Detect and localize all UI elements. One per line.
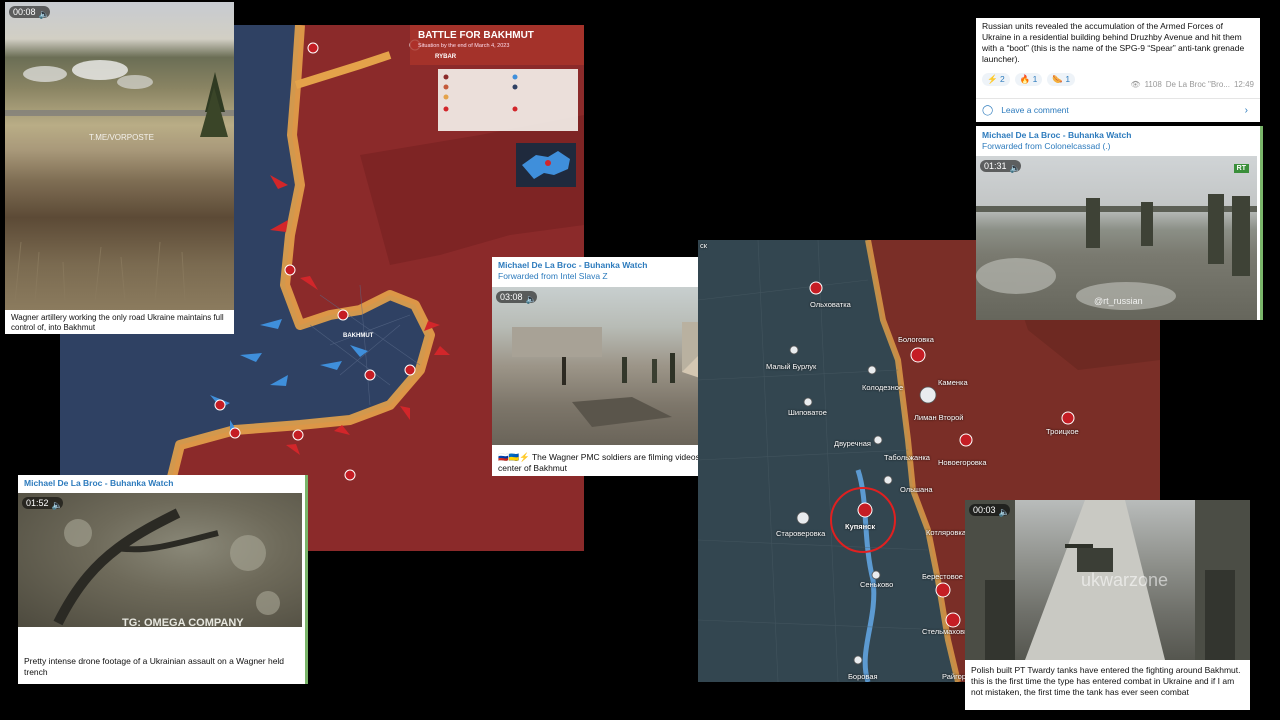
- tank-video[interactable]: 00:03 🔈 ukwarzone: [965, 500, 1250, 660]
- rt-post: Michael De La Broc - Buhanka Watch Forwa…: [976, 126, 1263, 320]
- town-label: Каменка: [938, 378, 968, 387]
- drone-post: Michael De La Broc - Buhanka Watch 01:52…: [18, 475, 308, 684]
- rt-forwarded[interactable]: Forwarded from Colonelcassad (.): [976, 141, 1260, 152]
- rt-logo: RT: [1233, 164, 1249, 173]
- drone-video[interactable]: 01:52 🔈 TG: OMEGA COMPANY: [18, 493, 302, 627]
- reactions-row: ⚡ 2 🔥 1 🌭 1: [982, 73, 1076, 86]
- speaker-icon[interactable]: 🔈: [52, 500, 63, 510]
- town-label: Купянск: [845, 522, 876, 531]
- map-brand: RYBAR: [435, 54, 457, 60]
- reaction-chip[interactable]: 🌭 1: [1047, 73, 1076, 86]
- speaker-icon[interactable]: 🔈: [39, 9, 50, 19]
- town-label: Малый Бурлук: [766, 362, 817, 371]
- town-label: Табольжанка: [884, 453, 930, 462]
- map-title: BATTLE FOR BAKHMUT: [418, 30, 534, 41]
- tank-watermark: ukwarzone: [1081, 570, 1169, 590]
- leave-comment-link[interactable]: Leave a comment: [1001, 105, 1069, 115]
- spg-post: Russian units revealed the accumulation …: [976, 18, 1260, 122]
- drone-caption: Pretty intense drone footage of a Ukrain…: [24, 656, 285, 677]
- speaker-icon[interactable]: 🔈: [526, 294, 537, 304]
- speaker-icon[interactable]: 🔈: [1010, 163, 1021, 173]
- comment-icon: ◯: [982, 104, 994, 116]
- tank-duration: 00:03 🔈: [969, 504, 1010, 517]
- town-label: Сеньково: [860, 580, 894, 589]
- town-label: Боровая: [848, 672, 878, 681]
- town-label: Ольховатка: [810, 300, 851, 309]
- artillery-video[interactable]: 00:08 🔈 T.ME/VORPOSTE: [5, 2, 234, 310]
- post-meta: 👁 1108 De La Broc "Bro... 12:49: [1130, 80, 1254, 89]
- tank-caption: Polish built PT Twardy tanks have entere…: [971, 665, 1241, 697]
- map-corner-label: ск: [700, 241, 708, 250]
- town-label: Двуречная: [834, 439, 871, 448]
- spg-text: Russian units revealed the accumulation …: [982, 21, 1245, 64]
- post-author: De La Broc "Bro...: [1165, 80, 1230, 89]
- wagner-duration: 03:08 🔈: [496, 291, 537, 304]
- town-label: Староверовка: [776, 529, 826, 538]
- rt-video[interactable]: 01:31 🔈 RT @rt_russian: [976, 156, 1257, 320]
- comment-bar[interactable]: ◯ Leave a comment ›: [976, 98, 1260, 121]
- town-label: Колодезное: [862, 383, 904, 392]
- artillery-post: 00:08 🔈 T.ME/VORPOSTE Wagner artillery wo…: [5, 2, 234, 334]
- town-label: Новоегоровка: [938, 458, 987, 467]
- post-time: 12:49: [1233, 80, 1254, 89]
- town-label: Бологовка: [898, 335, 934, 344]
- speaker-icon[interactable]: 🔈: [999, 507, 1010, 517]
- drone-channel[interactable]: Michael De La Broc - Buhanka Watch: [18, 475, 305, 489]
- artillery-duration: 00:08 🔈: [9, 6, 50, 19]
- rt-duration: 01:31 🔈: [980, 160, 1021, 173]
- drone-watermark: TG: OMEGA COMPANY: [122, 617, 244, 627]
- town-label: Шиповатое: [788, 408, 827, 417]
- town-label: Котляровка: [926, 528, 967, 537]
- town-label: Берестовое: [922, 572, 963, 581]
- map-subtitle: Situation by the end of March 4, 2023: [418, 43, 510, 49]
- reaction-chip[interactable]: ⚡ 2: [982, 73, 1010, 86]
- rt-channel[interactable]: Michael De La Broc - Buhanka Watch: [976, 126, 1260, 141]
- artillery-watermark: T.ME/VORPOSTE: [89, 133, 154, 142]
- views-count: 1108: [1144, 80, 1162, 89]
- tank-post: 00:03 🔈 ukwarzone Polish built PT Twardy …: [965, 500, 1250, 710]
- town-label: Ольшана: [900, 485, 933, 494]
- chevron-right-icon: ›: [1244, 104, 1248, 116]
- reaction-chip[interactable]: 🔥 1: [1014, 73, 1043, 86]
- drone-duration: 01:52 🔈: [22, 497, 63, 510]
- town-label: Лиман Второй: [914, 413, 964, 422]
- rt-watermark: @rt_russian: [1094, 296, 1143, 306]
- town-label: Троицкое: [1046, 427, 1079, 436]
- artillery-caption: Wagner artillery working the only road U…: [11, 313, 224, 332]
- eye-icon: 👁: [1130, 80, 1141, 89]
- map-city-label: BAKHMUT: [343, 333, 374, 339]
